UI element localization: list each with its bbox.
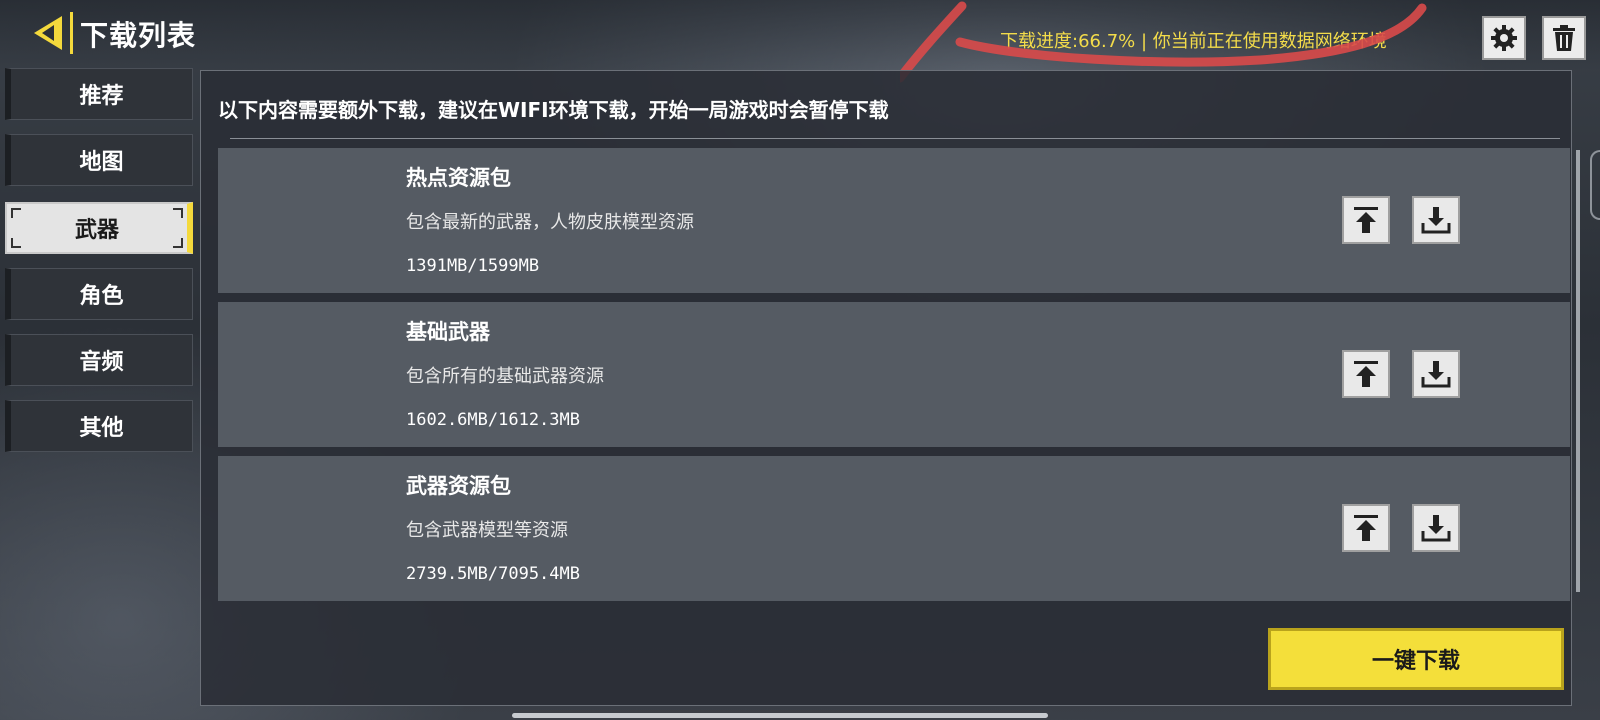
selection-corner bbox=[173, 238, 183, 248]
sidebar-item-weapons[interactable]: 武器 bbox=[5, 202, 193, 254]
package-card: 基础武器 包含所有的基础武器资源 1602.6MB/1612.3MB bbox=[218, 302, 1570, 447]
download-button[interactable] bbox=[1412, 350, 1460, 398]
package-card: 热点资源包 包含最新的武器，人物皮肤模型资源 1391MB/1599MB bbox=[218, 148, 1570, 293]
package-title: 基础武器 bbox=[406, 320, 490, 344]
sidebar-item-label: 地图 bbox=[79, 150, 124, 175]
trash-icon bbox=[1553, 25, 1575, 51]
back-button[interactable] bbox=[28, 12, 68, 54]
move-to-top-icon bbox=[1354, 207, 1378, 233]
move-to-top-button[interactable] bbox=[1342, 196, 1390, 244]
download-button[interactable] bbox=[1412, 196, 1460, 244]
move-to-top-button[interactable] bbox=[1342, 504, 1390, 552]
back-arrow-icon bbox=[34, 16, 62, 50]
one-key-download-button[interactable]: 一键下载 bbox=[1268, 628, 1564, 690]
sidebar-item-other[interactable]: 其他 bbox=[5, 400, 193, 452]
selection-corner bbox=[173, 208, 183, 218]
delete-button[interactable] bbox=[1542, 16, 1586, 60]
gear-icon bbox=[1491, 25, 1517, 51]
settings-button[interactable] bbox=[1482, 16, 1526, 60]
package-size: 2739.5MB/7095.4MB bbox=[406, 564, 580, 584]
package-title: 武器资源包 bbox=[406, 474, 511, 498]
move-to-top-icon bbox=[1354, 515, 1378, 541]
download-notice: 以下内容需要额外下载，建议在WIFI环境下载，开始一局游戏时会暂停下载 bbox=[218, 98, 889, 122]
package-size: 1602.6MB/1612.3MB bbox=[406, 410, 580, 430]
edge-handle[interactable] bbox=[1590, 150, 1600, 220]
title-accent-bar bbox=[70, 12, 73, 54]
package-description: 包含最新的武器，人物皮肤模型资源 bbox=[406, 212, 694, 233]
move-to-top-button[interactable] bbox=[1342, 350, 1390, 398]
sidebar-item-label: 推荐 bbox=[79, 84, 124, 109]
list-scrollbar[interactable] bbox=[1576, 150, 1580, 592]
sidebar-item-label: 音频 bbox=[79, 350, 124, 375]
move-to-top-icon bbox=[1354, 361, 1378, 387]
selection-corner bbox=[11, 208, 21, 218]
package-description: 包含武器模型等资源 bbox=[406, 520, 568, 541]
page-title: 下载列表 bbox=[80, 19, 197, 52]
sidebar-item-recommended[interactable]: 推荐 bbox=[5, 68, 193, 120]
sidebar-item-label: 角色 bbox=[79, 284, 124, 309]
download-status-text: 下载进度:66.7% | 你当前正在使用数据网络环境 bbox=[1000, 31, 1387, 52]
package-title: 热点资源包 bbox=[406, 166, 511, 190]
sidebar-item-maps[interactable]: 地图 bbox=[5, 134, 193, 186]
home-indicator[interactable] bbox=[512, 713, 1048, 718]
sidebar-item-characters[interactable]: 角色 bbox=[5, 268, 193, 320]
download-icon bbox=[1421, 207, 1451, 234]
selection-corner bbox=[11, 238, 21, 248]
download-icon bbox=[1421, 361, 1451, 388]
sidebar-item-audio[interactable]: 音频 bbox=[5, 334, 193, 386]
package-size: 1391MB/1599MB bbox=[406, 256, 540, 276]
package-description: 包含所有的基础武器资源 bbox=[406, 366, 604, 387]
notice-divider bbox=[230, 138, 1560, 139]
package-card: 武器资源包 包含武器模型等资源 2739.5MB/7095.4MB bbox=[218, 456, 1570, 601]
download-button[interactable] bbox=[1412, 504, 1460, 552]
sidebar-item-label: 其他 bbox=[79, 416, 124, 441]
sidebar-item-label: 武器 bbox=[74, 218, 119, 243]
one-key-download-label: 一键下载 bbox=[1371, 649, 1460, 674]
download-icon bbox=[1421, 515, 1451, 542]
